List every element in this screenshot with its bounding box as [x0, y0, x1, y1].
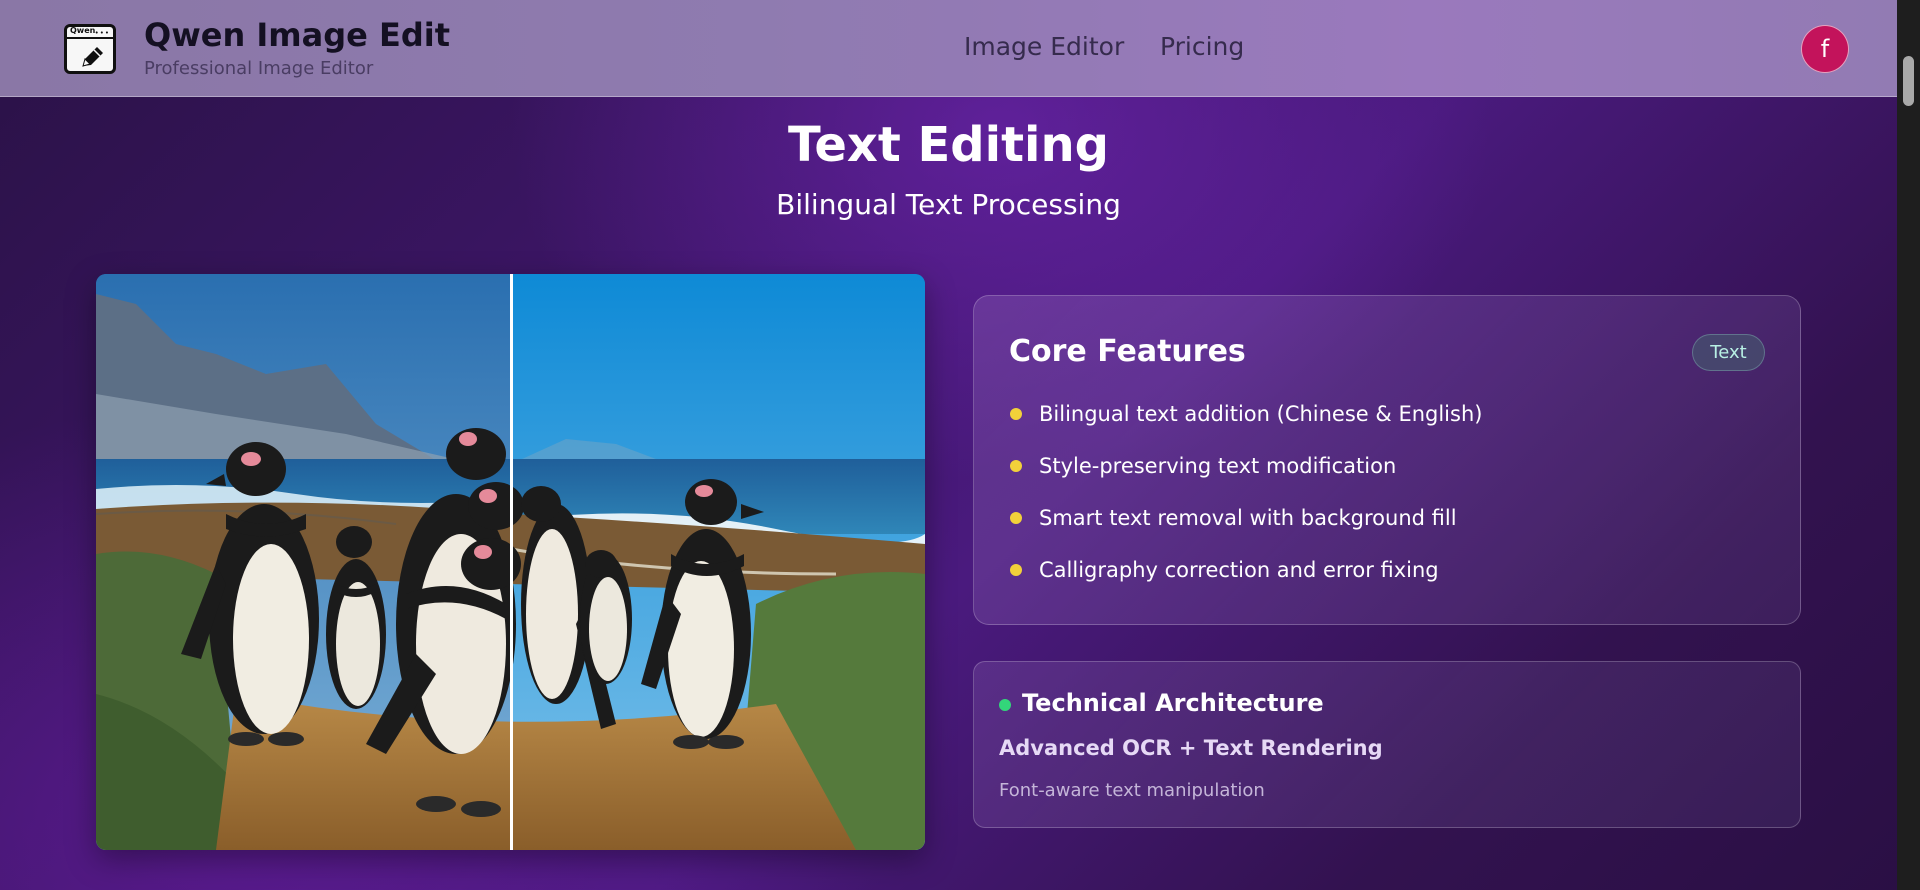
- before-after-image[interactable]: [96, 274, 925, 850]
- category-badge: Text: [1692, 334, 1765, 371]
- brand-subtitle: Professional Image Editor: [144, 58, 374, 79]
- feature-item: Calligraphy correction and error fixing: [1009, 550, 1482, 602]
- top-header: Qwen ••• Qwen Image Edit Professional Im…: [0, 0, 1897, 97]
- logo-edit-icon[interactable]: Qwen •••: [64, 24, 116, 74]
- user-avatar[interactable]: f: [1801, 25, 1849, 73]
- pencil-icon: [82, 47, 103, 67]
- logo-label: Qwen: [70, 26, 96, 35]
- scrollbar-thumb[interactable]: [1903, 56, 1914, 106]
- page-title: Text Editing: [787, 117, 1110, 173]
- status-dot-icon: [999, 699, 1011, 711]
- architecture-name: Advanced OCR + Text Rendering: [999, 736, 1383, 760]
- feature-item: Bilingual text addition (Chinese & Engli…: [1009, 394, 1482, 446]
- core-features-card: Core Features Text Bilingual text additi…: [973, 295, 1801, 625]
- architecture-description: Font-aware text manipulation: [999, 780, 1265, 801]
- nav-image-editor[interactable]: Image Editor: [964, 32, 1124, 61]
- comparison-slider-handle[interactable]: [510, 274, 513, 850]
- feature-item: Style-preserving text modification: [1009, 446, 1482, 498]
- bullet-dot-icon: [1010, 564, 1022, 576]
- nav-pricing[interactable]: Pricing: [1160, 32, 1244, 61]
- page-subtitle: Bilingual Text Processing: [776, 188, 1121, 221]
- page-scrollbar[interactable]: [1897, 0, 1920, 890]
- bullet-dot-icon: [1010, 512, 1022, 524]
- core-features-title: Core Features: [1009, 334, 1246, 369]
- feature-item: Smart text removal with background fill: [1009, 498, 1482, 550]
- brand-title[interactable]: Qwen Image Edit: [144, 16, 450, 54]
- technical-architecture-card: Technical Architecture Advanced OCR + Te…: [973, 661, 1801, 828]
- bullet-dot-icon: [1010, 408, 1022, 420]
- technical-title: Technical Architecture: [1022, 689, 1324, 717]
- bullet-dot-icon: [1010, 460, 1022, 472]
- feature-list: Bilingual text addition (Chinese & Engli…: [1009, 394, 1482, 602]
